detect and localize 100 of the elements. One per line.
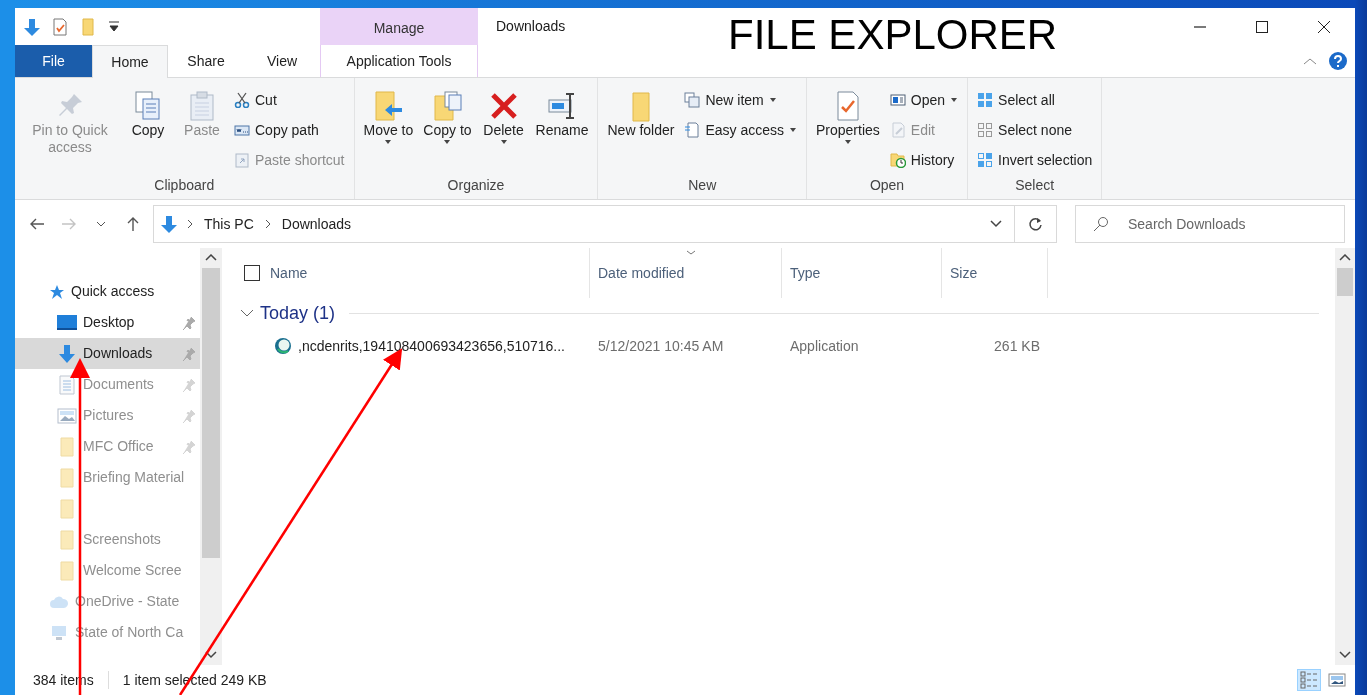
scrollbar[interactable] [200,248,222,665]
open-icon [889,92,906,108]
breadcrumb[interactable]: Downloads [279,213,354,235]
nav-item[interactable]: Desktop [15,307,200,338]
pin-icon [182,408,196,423]
file-name: ,ncdenrits,194108400693423656,510716... [298,336,565,356]
dropdown-caret-icon [950,97,959,103]
group-label: Clipboard [153,176,216,195]
folder-icon [57,467,77,488]
scissors-icon [234,92,250,108]
forward-icon [61,216,77,232]
group-label: Organize [446,176,506,195]
pin-icon [182,439,196,454]
search-field[interactable]: Search Downloads [1075,205,1345,243]
download-icon[interactable] [23,17,41,36]
folder-icon [57,498,77,519]
dropdown-caret-icon [443,139,452,145]
ribbon-button[interactable]: Select all [974,86,1096,114]
context-tab-header: Manage [320,8,478,45]
scroll-up-icon [205,254,217,262]
scrollbar-thumb[interactable] [1337,268,1353,296]
date-cell-text: 5/12/2021 10:45 AM [597,336,725,356]
folder-icon[interactable] [79,17,97,36]
picture-icon [1328,671,1346,689]
download-icon [57,343,77,364]
size-cell-text: 261 KB [993,336,1041,356]
path-icon [234,122,250,138]
group-label: Select [1014,176,1056,195]
group-label: Open [868,176,906,195]
folder-icon [57,529,77,550]
ribbon-button[interactable]: Rename [532,86,592,139]
new-item-icon [684,92,701,108]
refresh-button[interactable] [1015,205,1057,243]
maximize-icon [1256,20,1268,33]
ribbon-button[interactable]: Copy to [420,86,475,145]
folder-arrow-icon [372,90,405,122]
ribbon-button[interactable]: Move to [360,86,417,145]
download-icon [160,215,178,233]
column-label: Name [270,263,308,283]
ribbon-tab[interactable]: Application Tools [320,45,478,77]
type-cell-text: Application [789,336,860,356]
ribbon-button[interactable]: Copy [123,86,173,139]
select-all-icon [977,92,994,108]
pin-icon [182,346,196,361]
chevron-icon [263,219,272,229]
collapse-ribbon-icon [1303,56,1317,66]
ribbon-button[interactable]: Open [886,86,962,114]
minimize-icon [1194,25,1206,28]
scroll-down-icon [205,651,217,659]
column-header[interactable]: Date modified [590,248,782,298]
star-icon [49,283,65,300]
ribbon-tab[interactable]: Home [92,45,168,78]
chevron-icon [186,219,194,229]
dropdown-caret-icon [843,139,852,145]
select-all-checkbox[interactable] [244,265,260,281]
back-icon [29,216,45,232]
column-header[interactable]: Type [782,248,942,298]
up-icon [125,216,141,232]
dropdown-caret-icon [499,139,508,145]
group-label: New [687,176,718,195]
scroll-down-icon [1339,651,1351,659]
file-row[interactable]: ,ncdenrits,194108400693423656,510716... 5/12/2021 10:45 AM Application 261 KB [240,328,1335,364]
application-icon [274,337,292,355]
shortcut-icon [234,152,250,168]
ribbon-button[interactable]: New folder [604,86,678,139]
list-icon [1300,671,1318,689]
close-icon [1318,20,1330,33]
picture-icon [57,405,77,426]
column-header[interactable]: Size [942,248,1048,298]
folder-pages-icon [431,90,464,122]
column-header[interactable]: Name [240,248,590,298]
checklist-icon[interactable] [51,17,69,36]
ribbon-tab[interactable]: View [244,45,320,77]
ribbon-button[interactable]: New item [681,86,800,114]
nav-item[interactable]: Quick access [15,276,200,307]
address-field[interactable]: This PC Downloads [153,205,1015,243]
dropdown-caret-icon [789,127,797,133]
scrollbar[interactable] [1335,248,1355,665]
group-header[interactable]: Today (1) [240,298,1335,328]
dropdown-icon [990,220,1002,228]
refresh-icon [1027,216,1044,232]
edit-icon [889,122,906,138]
ribbon-button[interactable]: History [886,146,962,174]
ribbon-tab[interactable]: Share [168,45,244,77]
pin-icon [182,315,196,330]
help-icon [1329,52,1347,70]
invert-icon [977,152,994,168]
search-icon [1093,216,1109,232]
ribbon-button[interactable]: Copy path [231,116,348,144]
ribbon-button[interactable]: Easy access [681,116,800,144]
ribbon-button[interactable]: Cut [231,86,348,114]
ribbon-tab[interactable]: File [15,45,92,77]
ribbon-button[interactable]: Delete [478,86,529,145]
ribbon-button[interactable]: Properties [813,86,883,145]
ribbon-button[interactable]: Select none [974,116,1096,144]
breadcrumb[interactable]: This PC [202,213,256,235]
scrollbar-thumb[interactable] [202,268,220,558]
pin-icon [182,377,196,392]
ribbon-button[interactable]: Invert selection [974,146,1096,174]
nav-item[interactable]: Downloads [15,338,200,369]
